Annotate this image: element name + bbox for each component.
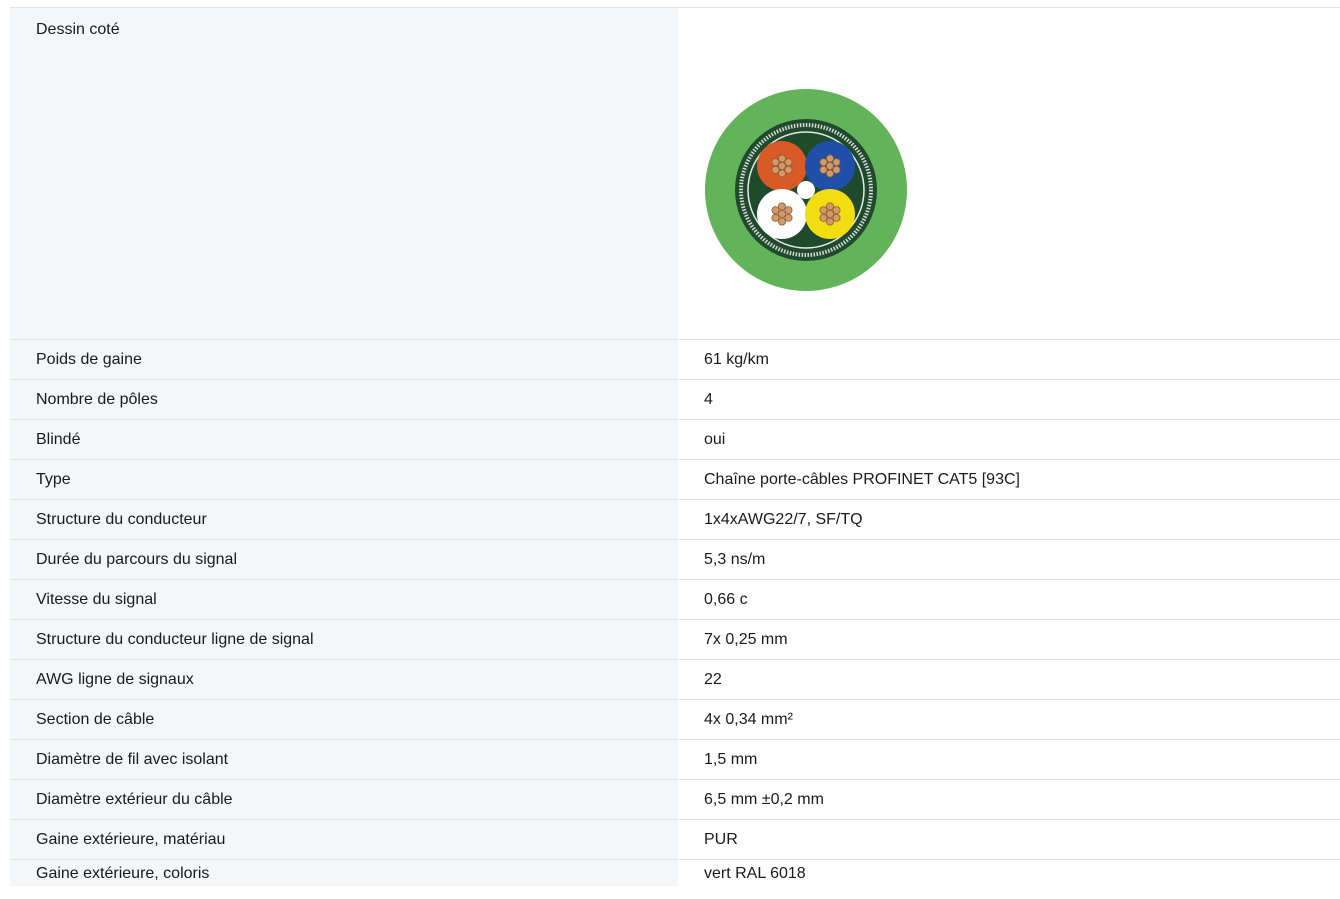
spec-value: Chaîne porte-câbles PROFINET CAT5 [93C] [678, 460, 1340, 499]
page: Dessin coté Poids de gaine 61 kg/km Nomb… [0, 0, 1340, 899]
spec-row-6: Vitesse du signal 0,66 c [10, 580, 1340, 620]
spec-label: AWG ligne de signaux [10, 660, 678, 699]
spec-label: Blindé [10, 420, 678, 459]
spec-value: vert RAL 6018 [678, 860, 1340, 886]
cable-cross-section-icon [705, 89, 907, 291]
spec-row-7: Structure du conducteur ligne de signal … [10, 620, 1340, 660]
spec-value: oui [678, 420, 1340, 459]
spec-value: 6,5 mm ±0,2 mm [678, 780, 1340, 819]
spec-row-2: Blindé oui [10, 420, 1340, 460]
spec-value: 22 [678, 660, 1340, 699]
spec-value: 61 kg/km [678, 340, 1340, 379]
spec-value: 4 [678, 380, 1340, 419]
spec-row-13: Gaine extérieure, coloris vert RAL 6018 [10, 860, 1340, 886]
spec-label: Durée du parcours du signal [10, 540, 678, 579]
drawing-label: Dessin coté [10, 8, 678, 339]
spec-label: Gaine extérieure, coloris [10, 860, 678, 886]
spec-row-12: Gaine extérieure, matériau PUR [10, 820, 1340, 860]
spec-value: 1,5 mm [678, 740, 1340, 779]
spec-label: Poids de gaine [10, 340, 678, 379]
spec-label: Gaine extérieure, matériau [10, 820, 678, 859]
spec-row-8: AWG ligne de signaux 22 [10, 660, 1340, 700]
spec-row-1: Nombre de pôles 4 [10, 380, 1340, 420]
spec-value: 1x4xAWG22/7, SF/TQ [678, 500, 1340, 539]
spec-label: Structure du conducteur ligne de signal [10, 620, 678, 659]
filler [797, 181, 815, 199]
spec-row-10: Diamètre de fil avec isolant 1,5 mm [10, 740, 1340, 780]
spec-value: 7x 0,25 mm [678, 620, 1340, 659]
spec-value: 0,66 c [678, 580, 1340, 619]
spec-row-5: Durée du parcours du signal 5,3 ns/m [10, 540, 1340, 580]
spec-label: Structure du conducteur [10, 500, 678, 539]
spec-row-9: Section de câble 4x 0,34 mm² [10, 700, 1340, 740]
spec-label: Vitesse du signal [10, 580, 678, 619]
spec-label: Section de câble [10, 700, 678, 739]
spec-value: 4x 0,34 mm² [678, 700, 1340, 739]
spec-value: PUR [678, 820, 1340, 859]
spec-label: Type [10, 460, 678, 499]
spec-row-0: Poids de gaine 61 kg/km [10, 340, 1340, 380]
spec-row-11: Diamètre extérieur du câble 6,5 mm ±0,2 … [10, 780, 1340, 820]
drawing-cell [678, 8, 1340, 339]
spec-value: 5,3 ns/m [678, 540, 1340, 579]
spec-table: Dessin coté Poids de gaine 61 kg/km Nomb… [10, 7, 1340, 886]
spec-label: Diamètre de fil avec isolant [10, 740, 678, 779]
spec-label: Nombre de pôles [10, 380, 678, 419]
spec-row-4: Structure du conducteur 1x4xAWG22/7, SF/… [10, 500, 1340, 540]
spec-label: Diamètre extérieur du câble [10, 780, 678, 819]
spec-row-3: Type Chaîne porte-câbles PROFINET CAT5 [… [10, 460, 1340, 500]
drawing-row: Dessin coté [10, 8, 1340, 340]
